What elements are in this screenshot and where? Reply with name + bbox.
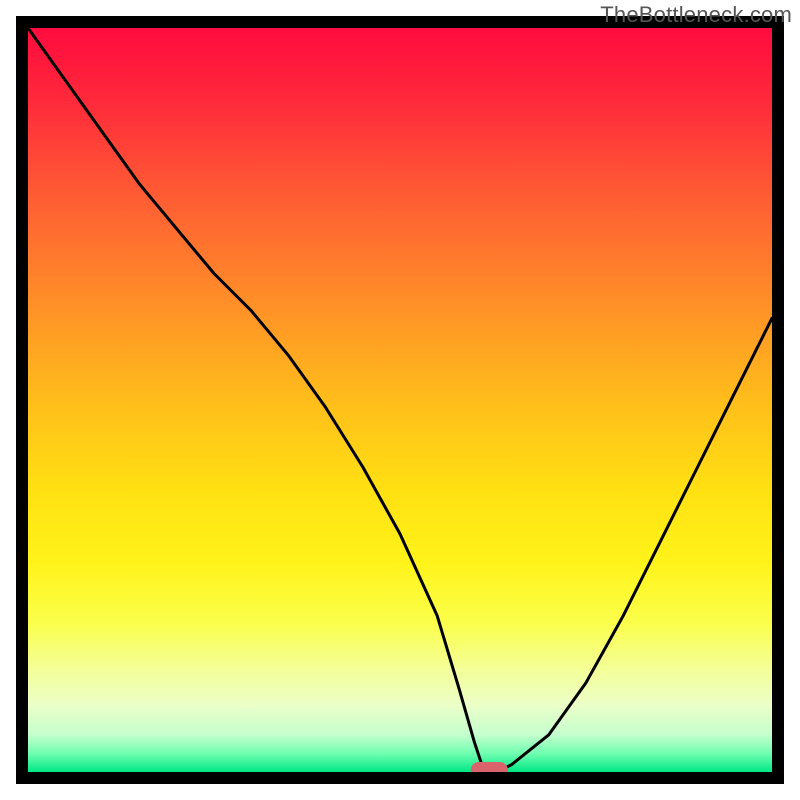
chart-container: TheBottleneck.com [0,0,800,800]
bottleneck-chart [0,0,800,800]
gradient-background [28,28,772,772]
watermark-text: TheBottleneck.com [600,2,792,28]
